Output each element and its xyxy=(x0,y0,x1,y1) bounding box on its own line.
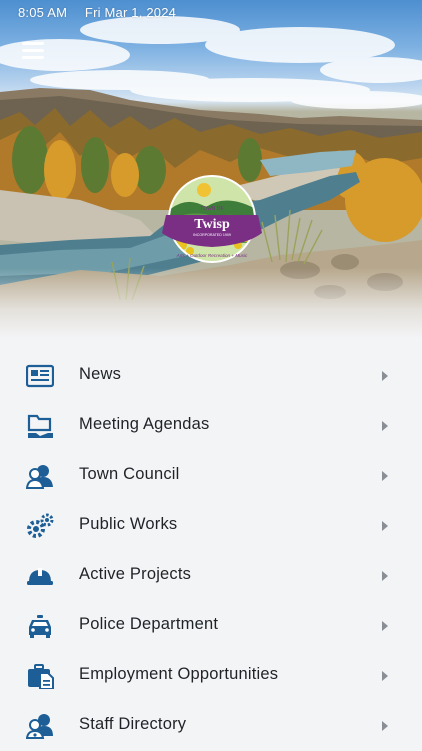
town-logo: TOWN OF Twisp INCORPORATED 1909 Arts + O… xyxy=(162,175,262,263)
menu-item-active-projects[interactable]: Active Projects xyxy=(0,551,422,601)
chevron-right-icon xyxy=(382,421,388,431)
menu-item-public-works[interactable]: Public Works xyxy=(0,501,422,551)
logo-tagline: Arts + Outdoor Recreation + Music xyxy=(176,253,248,258)
menu-item-police-department[interactable]: Police Department xyxy=(0,601,422,651)
status-date: Fri Mar 1, 2024 xyxy=(84,5,177,20)
status-time: 8:05 AM xyxy=(18,5,68,20)
staff-people-icon xyxy=(26,714,53,739)
menu-item-employment-opportunities[interactable]: Employment Opportunities xyxy=(0,651,422,701)
chevron-right-icon xyxy=(382,471,388,481)
folder-hand-icon xyxy=(27,414,53,438)
hero-banner: 8:05 AM Fri Mar 1, 2024 TOWN OF Twisp IN… xyxy=(0,0,422,338)
hard-hat-icon xyxy=(27,568,53,585)
menu-list: News Meeting Agendas Town Council Public… xyxy=(0,351,422,751)
menu-item-meeting-agendas[interactable]: Meeting Agendas xyxy=(0,401,422,451)
menu-item-staff-directory[interactable]: Staff Directory xyxy=(0,701,422,751)
menu-item-label: Town Council xyxy=(79,465,180,483)
chevron-right-icon xyxy=(382,671,388,681)
hero-fade xyxy=(0,268,422,338)
chevron-right-icon xyxy=(382,621,388,631)
logo-name: Twisp xyxy=(194,217,230,232)
logo-line1: TOWN OF xyxy=(200,206,224,212)
chevron-right-icon xyxy=(382,571,388,581)
chevron-right-icon xyxy=(382,521,388,531)
menu-item-label: Meeting Agendas xyxy=(79,415,210,433)
hamburger-menu-icon[interactable] xyxy=(22,42,44,60)
menu-item-label: Staff Directory xyxy=(79,715,187,733)
gears-icon xyxy=(27,513,54,538)
briefcase-document-icon xyxy=(28,664,54,689)
menu-item-label: Active Projects xyxy=(79,565,192,583)
chevron-right-icon xyxy=(382,721,388,731)
chevron-right-icon xyxy=(382,371,388,381)
newspaper-icon xyxy=(26,364,54,388)
menu-item-label: Public Works xyxy=(79,515,178,533)
menu-item-town-council[interactable]: Town Council xyxy=(0,451,422,501)
status-bar: 8:05 AM Fri Mar 1, 2024 xyxy=(18,5,190,20)
logo-line2: INCORPORATED 1909 xyxy=(193,233,231,237)
menu-item-label: Employment Opportunities xyxy=(79,665,279,683)
menu-item-label: News xyxy=(79,365,122,383)
menu-item-news[interactable]: News xyxy=(0,351,422,401)
police-car-icon xyxy=(29,615,51,638)
menu-item-label: Police Department xyxy=(79,615,219,633)
people-icon xyxy=(26,465,53,489)
